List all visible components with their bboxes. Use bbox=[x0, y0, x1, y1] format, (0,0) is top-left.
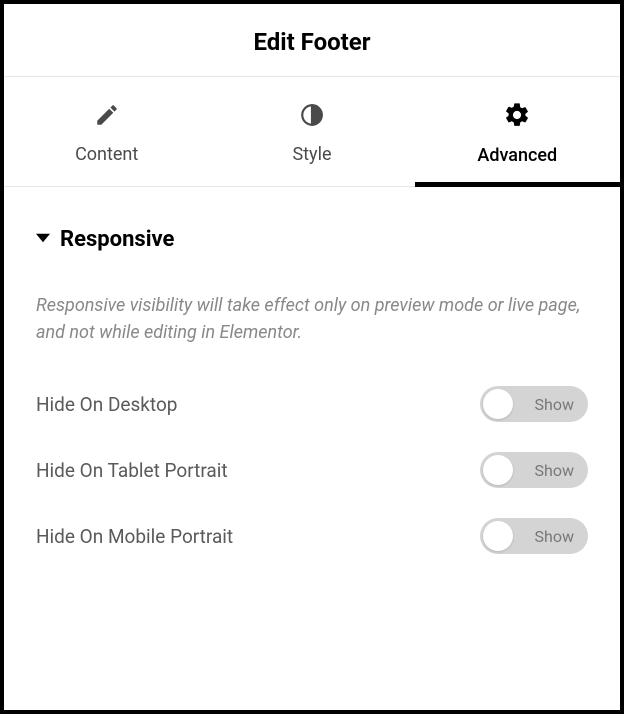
panel-content: Responsive Responsive visibility will ta… bbox=[4, 187, 620, 584]
toggle-knob bbox=[483, 455, 513, 485]
panel-header: Edit Footer bbox=[4, 4, 620, 77]
section-description: Responsive visibility will take effect o… bbox=[36, 292, 588, 346]
hide-mobile-label: Hide On Mobile Portrait bbox=[36, 525, 233, 548]
tab-content-label: Content bbox=[75, 144, 138, 165]
toggle-state-label: Show bbox=[535, 395, 574, 414]
section-title: Responsive bbox=[60, 227, 174, 252]
tab-style-label: Style bbox=[292, 144, 331, 165]
control-hide-tablet: Hide On Tablet Portrait Show bbox=[36, 452, 588, 488]
hide-mobile-toggle[interactable]: Show bbox=[480, 518, 588, 554]
tab-advanced[interactable]: Advanced bbox=[415, 77, 620, 186]
toggle-state-label: Show bbox=[535, 461, 574, 480]
hide-tablet-toggle[interactable]: Show bbox=[480, 452, 588, 488]
tab-style[interactable]: Style bbox=[209, 77, 414, 186]
tab-content[interactable]: Content bbox=[4, 77, 209, 186]
pencil-icon bbox=[94, 102, 120, 132]
contrast-icon bbox=[299, 102, 325, 132]
gear-icon bbox=[503, 101, 531, 133]
control-hide-desktop: Hide On Desktop Show bbox=[36, 386, 588, 422]
hide-tablet-label: Hide On Tablet Portrait bbox=[36, 459, 228, 482]
toggle-knob bbox=[483, 389, 513, 419]
toggle-state-label: Show bbox=[535, 527, 574, 546]
edit-footer-panel: Edit Footer Content Style bbox=[0, 0, 624, 714]
section-header-responsive[interactable]: Responsive bbox=[36, 227, 588, 252]
hide-desktop-label: Hide On Desktop bbox=[36, 393, 177, 416]
tab-advanced-label: Advanced bbox=[477, 145, 557, 166]
toggle-knob bbox=[483, 521, 513, 551]
panel-title: Edit Footer bbox=[4, 28, 620, 56]
control-hide-mobile: Hide On Mobile Portrait Show bbox=[36, 518, 588, 554]
hide-desktop-toggle[interactable]: Show bbox=[480, 386, 588, 422]
tabs-container: Content Style Advanced bbox=[4, 77, 620, 187]
caret-down-icon bbox=[36, 230, 50, 249]
